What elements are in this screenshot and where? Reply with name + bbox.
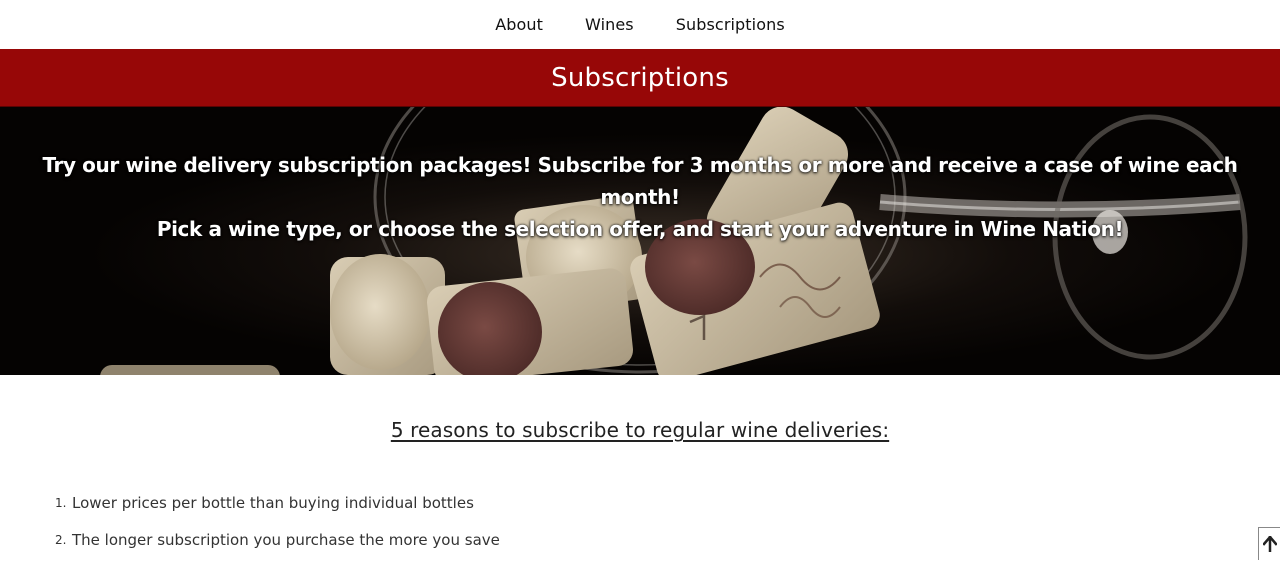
reasons-list: Lower prices per bottle than buying indi…	[0, 491, 500, 565]
nav-link-subscriptions[interactable]: Subscriptions	[676, 15, 785, 34]
hero-banner: Try our wine delivery subscription packa…	[0, 107, 1280, 375]
reason-item-1: Lower prices per bottle than buying indi…	[55, 491, 474, 515]
scroll-to-top-button[interactable]	[1258, 527, 1280, 560]
reasons-heading-text: 5 reasons to subscribe to regular wine d…	[390, 418, 890, 442]
top-navigation: About Wines Subscriptions	[0, 0, 1280, 49]
hero-message: Try our wine delivery subscription packa…	[0, 149, 1280, 245]
hero-message-line-1: Try our wine delivery subscription packa…	[42, 153, 1238, 209]
arrow-up-icon	[1262, 536, 1277, 552]
reasons-heading: 5 reasons to subscribe to regular wine d…	[0, 418, 1280, 442]
page-title: Subscriptions	[551, 62, 729, 93]
page-title-bar: Subscriptions	[0, 49, 1280, 107]
nav-link-about[interactable]: About	[495, 15, 543, 34]
nav-link-wines[interactable]: Wines	[585, 15, 634, 34]
reason-item-2: The longer subscription you purchase the…	[55, 528, 500, 552]
hero-message-line-2: Pick a wine type, or choose the selectio…	[156, 217, 1124, 241]
